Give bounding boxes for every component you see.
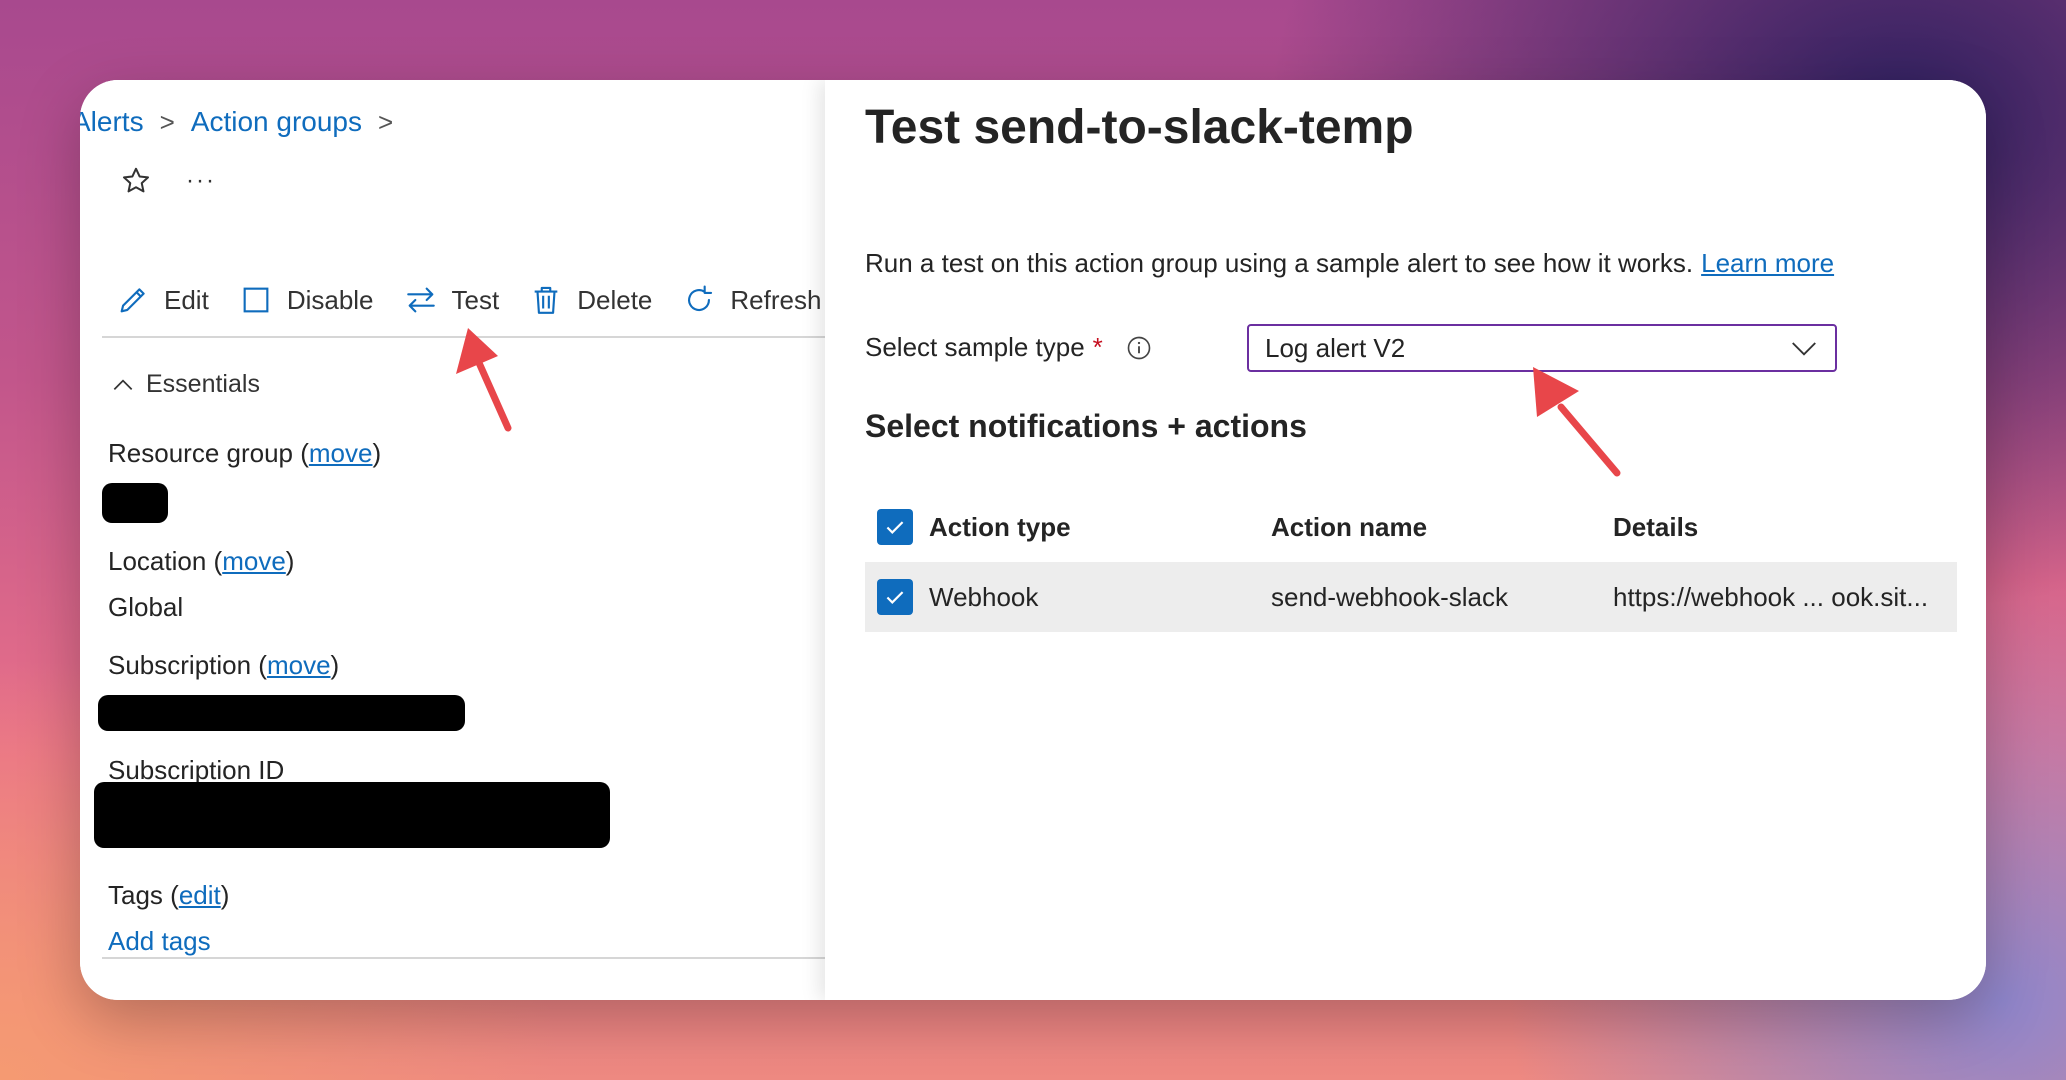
sample-type-label: Select sample type *	[865, 332, 1153, 363]
action-group-overview: Alerts > Action groups > ··· Edit Disabl…	[80, 80, 825, 1000]
resource-group-text: Resource group	[108, 438, 293, 468]
location-label: Location (move)	[108, 546, 295, 576]
row-action-type: Webhook	[929, 581, 1039, 612]
redacted-subscription	[98, 695, 465, 731]
redacted-resource-group	[102, 483, 168, 523]
location-text: Location	[108, 546, 207, 576]
table-header-row: Action type Action name Details	[865, 492, 1957, 562]
resource-group-move-link[interactable]: move	[309, 438, 373, 468]
breadcrumb-action-groups[interactable]: Action groups	[191, 106, 362, 138]
disable-button[interactable]: Disable	[239, 283, 374, 317]
column-header-details[interactable]: Details	[1613, 512, 1698, 543]
essentials-toggle[interactable]: Essentials	[110, 370, 260, 399]
subscription-move-link[interactable]: move	[267, 650, 331, 680]
location-move-link[interactable]: move	[222, 546, 286, 576]
table-row[interactable]: Webhook send-webhook-slack https://webho…	[865, 562, 1957, 632]
app-window: Alerts > Action groups > ··· Edit Disabl…	[80, 80, 1986, 1000]
pencil-icon	[120, 288, 145, 313]
column-header-action-name[interactable]: Action name	[1271, 512, 1427, 543]
add-tags-link[interactable]: Add tags	[108, 926, 211, 957]
disable-label: Disable	[286, 284, 374, 315]
actions-table: Action type Action name Details Webhook …	[865, 492, 1957, 632]
delete-button[interactable]: Delete	[529, 283, 652, 317]
chevron-down-icon	[1792, 342, 1816, 356]
annotation-arrow-test	[456, 328, 512, 432]
trash-icon	[534, 286, 558, 314]
more-options-button[interactable]: ···	[186, 167, 216, 195]
redacted-subscription-id	[94, 782, 610, 848]
refresh-icon	[688, 285, 713, 312]
description-text: Run a test on this action group using a …	[865, 248, 1694, 278]
checkmark-icon	[886, 521, 904, 534]
tags-edit-link[interactable]: edit	[179, 880, 221, 910]
chevron-right-icon: >	[159, 106, 175, 137]
row-details: https://webhook ... ook.sit...	[1613, 581, 1929, 612]
panel-title: Test send-to-slack-temp	[865, 101, 1414, 154]
subscription-text: Subscription	[108, 650, 252, 680]
sample-type-selected: Log alert V2	[1265, 332, 1406, 363]
panel-description: Run a test on this action group using a …	[865, 248, 1834, 279]
learn-more-link[interactable]: Learn more	[1701, 248, 1834, 278]
delete-label: Delete	[577, 284, 653, 315]
square-icon	[243, 287, 269, 313]
essentials-heading: Essentials	[146, 370, 260, 398]
checkmark-icon	[886, 591, 904, 604]
test-action-group-panel: Test send-to-slack-temp Run a test on th…	[825, 80, 1986, 1000]
breadcrumb-alerts[interactable]: Alerts	[80, 106, 144, 138]
star-icon[interactable]	[120, 165, 152, 197]
required-marker: *	[1092, 332, 1103, 362]
swap-arrows-icon	[406, 287, 435, 313]
edit-label: Edit	[164, 284, 209, 315]
divider	[102, 957, 825, 959]
breadcrumb: Alerts > Action groups >	[80, 102, 409, 142]
column-header-action-type[interactable]: Action type	[929, 512, 1071, 543]
tags-label: Tags (edit)	[108, 880, 230, 910]
favorite-row: ···	[120, 165, 216, 197]
edit-button[interactable]: Edit	[116, 283, 209, 317]
location-value: Global	[108, 592, 184, 622]
chevron-right-icon: >	[377, 106, 394, 137]
info-icon[interactable]	[1125, 334, 1153, 362]
chevron-up-icon	[113, 378, 133, 390]
resource-group-label: Resource group (move)	[108, 438, 382, 468]
sample-type-text: Select sample type	[865, 332, 1085, 362]
row-checkbox[interactable]	[877, 579, 913, 615]
annotation-arrow-sample-type	[1533, 367, 1621, 477]
tags-text: Tags	[108, 880, 163, 910]
subscription-label: Subscription (move)	[108, 650, 340, 680]
select-all-checkbox[interactable]	[877, 509, 913, 545]
row-action-name: send-webhook-slack	[1271, 581, 1509, 612]
refresh-button[interactable]: Refresh	[682, 283, 821, 317]
notifications-heading: Select notifications + actions	[865, 408, 1307, 444]
refresh-label: Refresh	[730, 284, 822, 315]
